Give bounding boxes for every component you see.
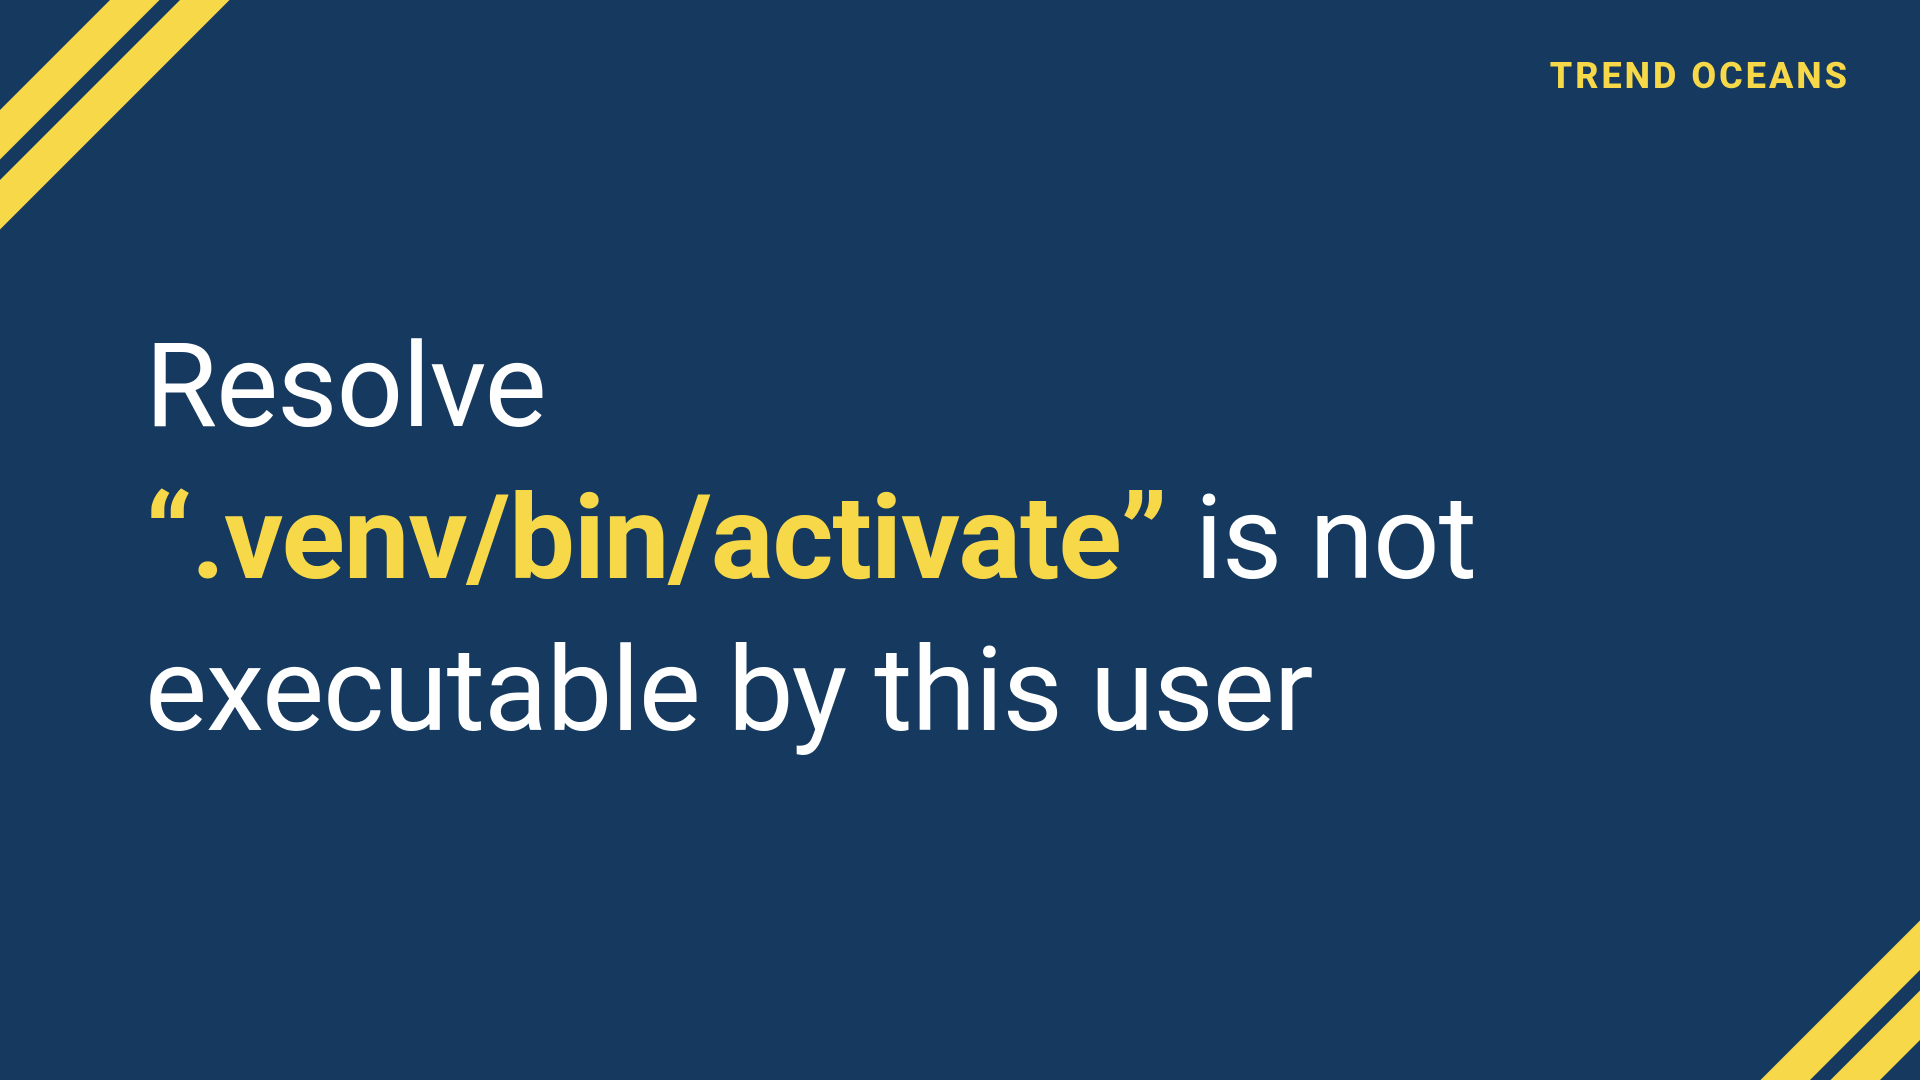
brand-label: TREND OCEANS — [1550, 55, 1850, 97]
quote-close: ” — [1120, 469, 1167, 607]
title-line-2-rest: is not — [1167, 469, 1477, 607]
quote-open: “ — [145, 469, 191, 607]
decorative-stripes-bottom-right — [1420, 680, 1920, 1080]
title-line-1: Resolve — [145, 317, 546, 455]
title-highlighted-path: .venv/bin/activate — [191, 469, 1120, 607]
title-line-3: executable by this user — [145, 621, 1312, 759]
